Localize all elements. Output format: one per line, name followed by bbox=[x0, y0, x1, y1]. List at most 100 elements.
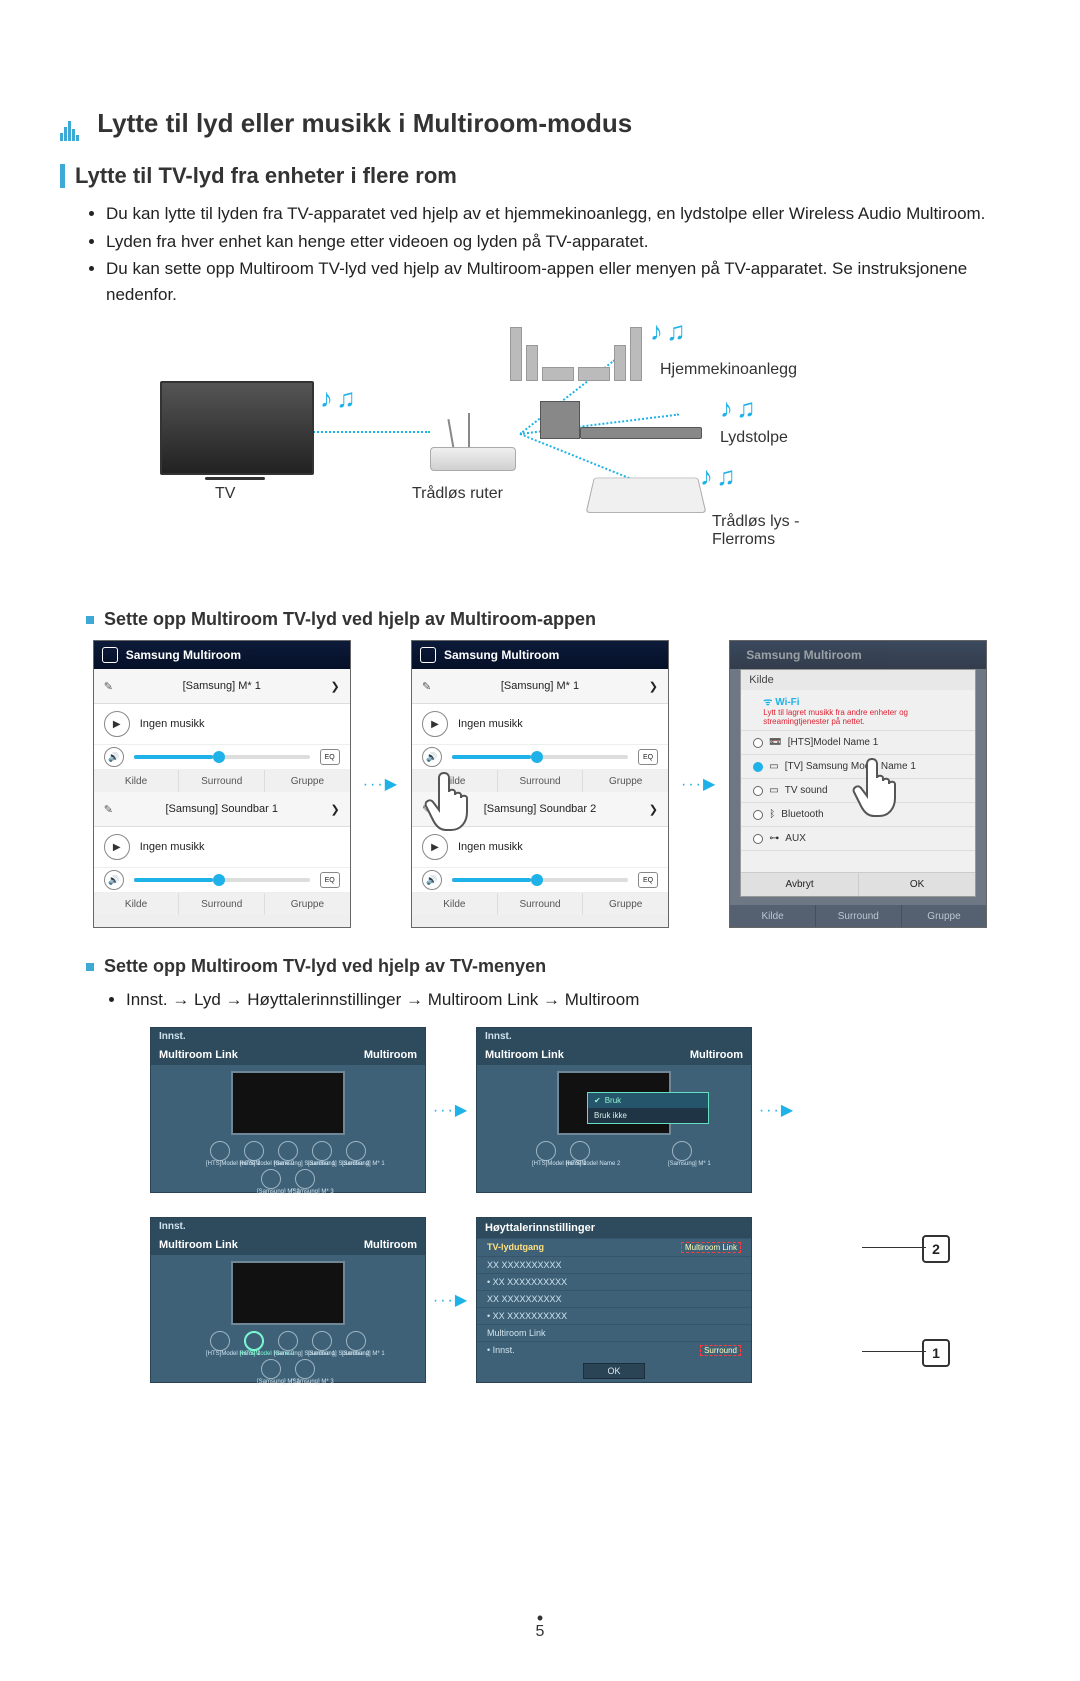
segment-surround[interactable]: Surround bbox=[498, 770, 584, 792]
segment-surround[interactable]: Surround bbox=[179, 893, 265, 915]
intro-bullets: Du kan lytte til lyden fra TV-apparatet … bbox=[60, 201, 1020, 307]
speaker-name: [Samsung] M* 1 bbox=[183, 680, 261, 692]
intro-bullet: Du kan sette opp Multiroom TV-lyd ved hj… bbox=[106, 256, 1020, 307]
page-title: Lytte til lyd eller musikk i Multiroom-m… bbox=[60, 108, 1020, 139]
section-heading: Lytte til TV-lyd fra enheter i flere rom bbox=[60, 163, 1020, 189]
square-bullet-icon bbox=[86, 963, 94, 971]
speaker-title-row[interactable]: ✎ [Samsung] M* 1 ❯ bbox=[94, 669, 350, 704]
music-notes-icon: ♪ ♫ bbox=[320, 383, 354, 414]
eq-button[interactable]: EQ bbox=[320, 872, 340, 888]
tv-preview-icon bbox=[231, 1071, 345, 1135]
setting-row-innst[interactable]: • Innst. Surround bbox=[477, 1341, 751, 1359]
chevron-right-icon: ❯ bbox=[330, 803, 339, 816]
flow-arrow-icon: ···▶ bbox=[752, 1100, 802, 1120]
tv-use-popup: ✔ Bruk Bruk ikke bbox=[587, 1092, 709, 1124]
bluetooth-icon: ᛒ bbox=[769, 809, 775, 820]
ok-button[interactable]: OK bbox=[583, 1363, 645, 1379]
flow-arrow-icon: ···▶ bbox=[363, 774, 399, 794]
flow-arrow-icon: ···▶ bbox=[426, 1100, 476, 1120]
subsection-heading-tvmenu: Sette opp Multiroom TV-lyd ved hjelp av … bbox=[86, 956, 1020, 977]
segment-source[interactable]: Kilde bbox=[94, 893, 180, 915]
source-item-tv[interactable]: ▭[TV] Samsung Model Name 1 bbox=[741, 755, 975, 779]
chevron-right-icon: ❯ bbox=[330, 680, 339, 693]
callout-connector bbox=[862, 1351, 926, 1352]
source-item-tvsound[interactable]: ▭TV sound bbox=[741, 779, 975, 803]
segment-group[interactable]: Gruppe bbox=[583, 770, 668, 792]
now-playing-row: ▶ Ingen musikk bbox=[94, 704, 350, 745]
page-number: • 5 bbox=[0, 1614, 1080, 1641]
segment-group[interactable]: Gruppe bbox=[265, 770, 350, 792]
tv-illustration bbox=[160, 381, 310, 481]
app-card-1: Samsung Multiroom ✎ [Samsung] M* 1 ❯ ▶ I… bbox=[93, 640, 351, 928]
source-item-aux[interactable]: ⊶AUX bbox=[741, 827, 975, 851]
speaker-name: [Samsung] Soundbar 2 bbox=[484, 803, 597, 815]
segment-surround[interactable]: Surround bbox=[498, 893, 584, 915]
soundbar-illustration bbox=[540, 401, 710, 445]
router-illustration bbox=[430, 411, 520, 471]
source-wifi-block: ᯤ Wi-Fi Lytt til lagret musikk fra andre… bbox=[741, 690, 975, 731]
home-theater-illustration bbox=[510, 321, 650, 381]
flow-arrow-icon: ···▶ bbox=[426, 1290, 476, 1310]
section-heading-text: Lytte til TV-lyd fra enheter i flere rom bbox=[75, 163, 457, 189]
segment-group[interactable]: Gruppe bbox=[583, 893, 668, 915]
segment-surround[interactable]: Surround bbox=[179, 770, 265, 792]
tv-panel-device-selected: Innst. Multiroom LinkMultiroom [HTS]Mode… bbox=[150, 1217, 426, 1383]
gear-icon bbox=[102, 647, 118, 663]
source-item-bluetooth[interactable]: ᛒBluetooth bbox=[741, 803, 975, 827]
setting-row: XX XXXXXXXXXX bbox=[477, 1290, 751, 1307]
manual-page: Lytte til lyd eller musikk i Multiroom-m… bbox=[0, 0, 1080, 1681]
volume-slider[interactable] bbox=[134, 878, 310, 882]
subsection-heading-app: Sette opp Multiroom TV-lyd ved hjelp av … bbox=[86, 609, 1020, 630]
volume-slider[interactable] bbox=[134, 755, 310, 759]
now-playing-label: Ingen musikk bbox=[140, 718, 205, 730]
background-segments: Kilde Surround Gruppe bbox=[730, 905, 986, 927]
edit-icon: ✎ bbox=[104, 680, 113, 693]
now-playing-label: Ingen musikk bbox=[140, 841, 205, 853]
volume-icon[interactable]: 🔊 bbox=[104, 870, 124, 890]
speaker-title-row[interactable]: ✎ [Samsung] Soundbar 1 ❯ bbox=[94, 792, 350, 827]
play-button[interactable]: ▶ bbox=[104, 711, 130, 737]
highlight-box: Multiroom Link bbox=[681, 1242, 741, 1253]
segment-group[interactable]: Gruppe bbox=[265, 893, 350, 915]
app-header-title: Samsung Multiroom bbox=[126, 648, 241, 662]
speaker-title-row[interactable]: ✎ [Samsung] M* 1 ❯ bbox=[412, 669, 668, 704]
segment-source[interactable]: Kilde bbox=[94, 770, 180, 792]
diagram-label-hts: Hjemmekinoanlegg bbox=[660, 361, 797, 379]
bars-icon bbox=[60, 110, 84, 132]
page-title-text: Lytte til lyd eller musikk i Multiroom-m… bbox=[97, 108, 632, 138]
cancel-button[interactable]: Avbryt bbox=[741, 873, 859, 896]
music-notes-icon: ♪ ♫ bbox=[700, 461, 734, 492]
callout-number-2: 2 bbox=[922, 1235, 950, 1263]
app-card-2: Samsung Multiroom ✎ [Samsung] M* 1 ❯ ▶In… bbox=[411, 640, 669, 928]
source-item-hts[interactable]: 📼[HTS]Model Name 1 bbox=[741, 731, 975, 755]
app-header-title: Samsung Multiroom bbox=[444, 648, 559, 662]
app-card-source-dialog: Samsung Multiroom Kilde ᯤ Wi-Fi Lytt til… bbox=[729, 640, 987, 928]
segment-source[interactable]: Kilde bbox=[412, 770, 498, 792]
highlight-box: Surround bbox=[700, 1345, 741, 1356]
diagram-label-soundbar: Lydstolpe bbox=[720, 429, 788, 447]
speaker-block: ✎ [Samsung] Soundbar 1 ❯ ▶ Ingen musikk … bbox=[94, 792, 350, 915]
speaker-title-row[interactable]: ✎ [Samsung] Soundbar 2 ❯ bbox=[412, 792, 668, 827]
setting-row: • XX XXXXXXXXXX bbox=[477, 1273, 751, 1290]
volume-row: 🔊 EQ bbox=[94, 868, 350, 893]
flow-arrow-icon: ···▶ bbox=[681, 774, 717, 794]
gear-icon bbox=[420, 647, 436, 663]
volume-icon[interactable]: 🔊 bbox=[104, 747, 124, 767]
setting-row: • XX XXXXXXXXXX bbox=[477, 1307, 751, 1324]
speaker-segments: Kilde Surround Gruppe bbox=[94, 893, 350, 915]
play-button[interactable]: ▶ bbox=[104, 834, 130, 860]
multiroom-diagram: ♪ ♫ ♪ ♫ ♪ ♫ ♪ ♫ TV Trådløs ruter Hjemmek… bbox=[160, 321, 920, 581]
app-screenshots-row: Samsung Multiroom ✎ [Samsung] M* 1 ❯ ▶ I… bbox=[60, 640, 1020, 928]
ok-button[interactable]: OK bbox=[859, 873, 976, 896]
setting-row-multiroom-link[interactable]: Multiroom Link bbox=[477, 1324, 751, 1341]
popup-option-dont-use[interactable]: Bruk ikke bbox=[588, 1108, 708, 1123]
setting-row-tv-output[interactable]: TV-lydutgang Multiroom Link bbox=[477, 1238, 751, 1256]
popup-option-use[interactable]: ✔ Bruk bbox=[588, 1093, 708, 1108]
wireless-speaker-illustration bbox=[590, 471, 700, 531]
tvmenu-path: Innst. → Lyd → Høyttalerinnstillinger → … bbox=[126, 987, 1020, 1013]
segment-source[interactable]: Kilde bbox=[412, 893, 498, 915]
subsection-heading-tvmenu-text: Sette opp Multiroom TV-lyd ved hjelp av … bbox=[104, 956, 546, 977]
now-playing-row: ▶ Ingen musikk bbox=[94, 827, 350, 868]
subsection-heading-app-text: Sette opp Multiroom TV-lyd ved hjelp av … bbox=[104, 609, 596, 630]
eq-button[interactable]: EQ bbox=[320, 749, 340, 765]
